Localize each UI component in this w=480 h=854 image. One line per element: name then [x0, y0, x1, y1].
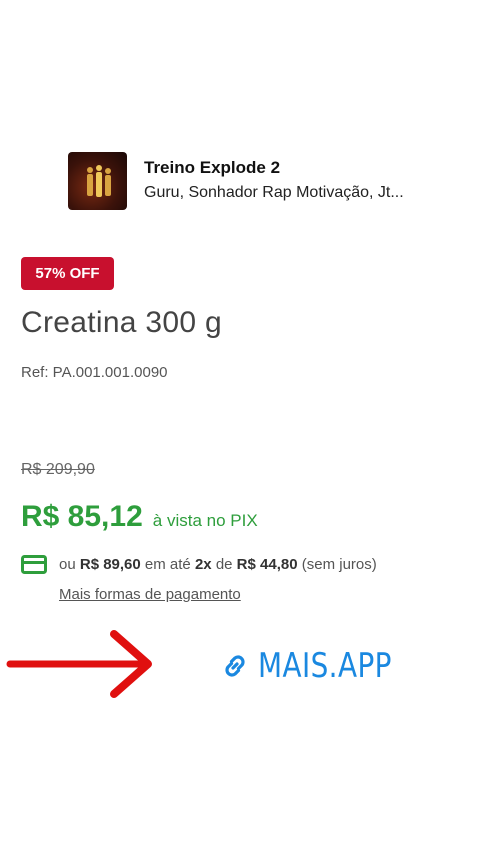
product-title: Creatina 300 g [21, 306, 223, 339]
mais-app-link[interactable]: MAIS.APP [220, 646, 421, 686]
arrow-right-icon [6, 630, 152, 698]
pix-price: R$ 85,12 [21, 500, 143, 533]
installments-mid2: de [215, 556, 233, 573]
album-art [68, 152, 127, 210]
album-figures-icon [87, 165, 111, 197]
pix-label: à vista no PIX [152, 511, 258, 530]
discount-badge: 57% OFF [21, 257, 114, 290]
installments-suffix: (sem juros) [301, 556, 377, 573]
music-card[interactable]: Treino Explode 2 Guru, Sonhador Rap Moti… [68, 152, 468, 212]
installments-prefix: ou [59, 556, 76, 573]
song-artist: Guru, Sonhador Rap Motivação, Jt... [144, 184, 404, 201]
pix-price-row: R$ 85,12 à vista no PIX [21, 500, 258, 534]
installments-value: R$ 44,80 [236, 556, 298, 573]
installments-mid1: em até [144, 556, 191, 573]
link-icon [225, 655, 245, 677]
more-payments-link[interactable]: Mais formas de pagamento [59, 586, 241, 603]
old-price: R$ 209,90 [21, 461, 95, 478]
installments-count: 2x [194, 556, 212, 573]
credit-card-icon [21, 555, 47, 574]
song-title: Treino Explode 2 [144, 158, 281, 177]
installments-total: R$ 89,60 [79, 556, 141, 573]
product-ref: Ref: PA.001.001.0090 [21, 364, 168, 381]
mais-app-text: MAIS.APP [258, 646, 392, 686]
installments-row: ou R$ 89,60 em até 2x de R$ 44,80 (sem j… [21, 555, 377, 574]
